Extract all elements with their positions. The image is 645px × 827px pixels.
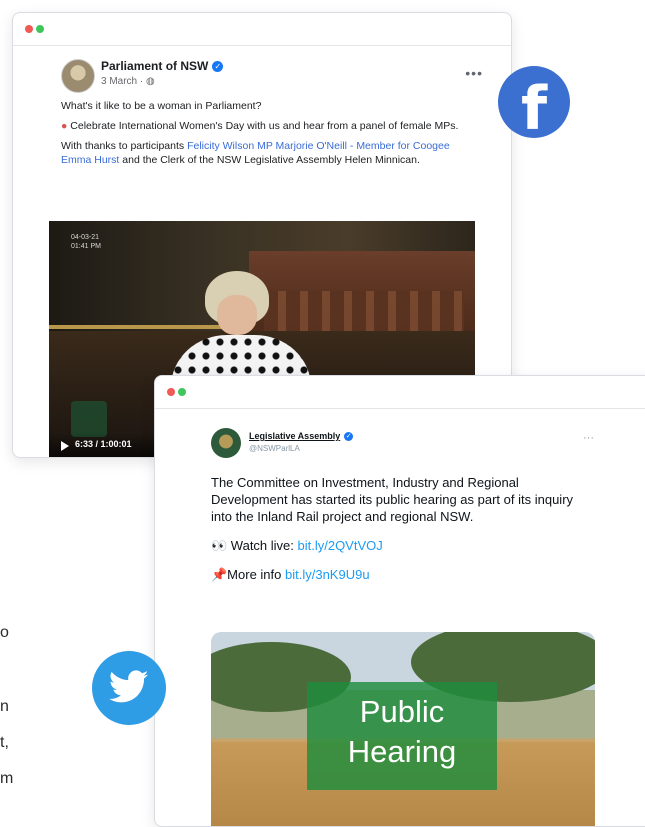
globe-icon: ◍ <box>146 76 155 87</box>
public-hearing-banner: Public Hearing <box>307 682 497 790</box>
info-prefix: 📌More info <box>211 567 285 582</box>
avatar[interactable] <box>61 59 95 93</box>
video-time: 6:33 / 1:00:01 <box>75 439 132 449</box>
verified-badge-icon: ✓ <box>344 432 354 441</box>
twitter-bird-icon <box>109 670 149 703</box>
post-paragraph: What's it like to be a woman in Parliame… <box>61 100 262 112</box>
crest-icon <box>71 401 107 437</box>
window-titlebar <box>155 376 645 409</box>
tweet-image[interactable]: Public Hearing <box>211 632 595 826</box>
more-options-button[interactable]: ••• <box>465 65 483 81</box>
post-paragraph: Celebrate International Women's Day with… <box>70 120 459 132</box>
play-icon[interactable] <box>61 441 69 451</box>
page-name[interactable]: Parliament of NSW <box>101 59 208 73</box>
background-text-fragment: t, <box>0 734 9 751</box>
tweet-body: The Committee on Investment, Industry an… <box>211 475 574 524</box>
video-timestamp: 04-03-21 01:41 PM <box>71 234 101 250</box>
more-info-link[interactable]: bit.ly/3nK9U9u <box>285 567 370 582</box>
window-close-dot[interactable] <box>25 25 33 33</box>
avatar[interactable] <box>211 428 241 458</box>
more-options-button[interactable]: ··· <box>583 432 594 444</box>
celebration-emoji-icon: ● <box>61 120 68 132</box>
watch-live-link[interactable]: bit.ly/2QVtVOJ <box>298 538 383 553</box>
post-header: Parliament of NSW ✓ 3 March · ◍ ••• <box>61 59 482 99</box>
tweet-header: Legislative Assembly ✓ @NSWParlLA <box>211 428 591 462</box>
verified-badge-icon: ✓ <box>212 61 224 72</box>
post-text: What's it like to be a woman in Parliame… <box>61 99 481 173</box>
account-handle[interactable]: @NSWParlLA <box>249 444 300 453</box>
post-meta: 3 March · ◍ <box>101 76 155 87</box>
background-text-fragment: n <box>0 698 9 715</box>
background-text-fragment: o <box>0 624 9 641</box>
twitter-logo-icon <box>92 651 166 725</box>
thanks-prefix: With thanks to participants <box>61 140 188 152</box>
thanks-suffix: and the Clerk of the NSW Legislative Ass… <box>119 154 420 166</box>
banner-line: Hearing <box>347 734 457 769</box>
tweet-text: The Committee on Investment, Industry an… <box>211 474 595 595</box>
background-text-fragment: m <box>0 770 14 787</box>
watch-prefix: 👀 Watch live: <box>211 538 298 553</box>
post-date[interactable]: 3 March <box>101 76 137 87</box>
window-titlebar <box>13 13 511 46</box>
window-maximize-dot[interactable] <box>178 388 186 396</box>
tweet-card: Legislative Assembly ✓ @NSWParlLA ··· The… <box>154 375 645 827</box>
banner-line: Public <box>359 694 445 729</box>
window-maximize-dot[interactable] <box>36 25 44 33</box>
account-name[interactable]: Legislative Assembly <box>249 431 340 441</box>
window-close-dot[interactable] <box>167 388 175 396</box>
facebook-logo-icon: f <box>498 66 570 138</box>
